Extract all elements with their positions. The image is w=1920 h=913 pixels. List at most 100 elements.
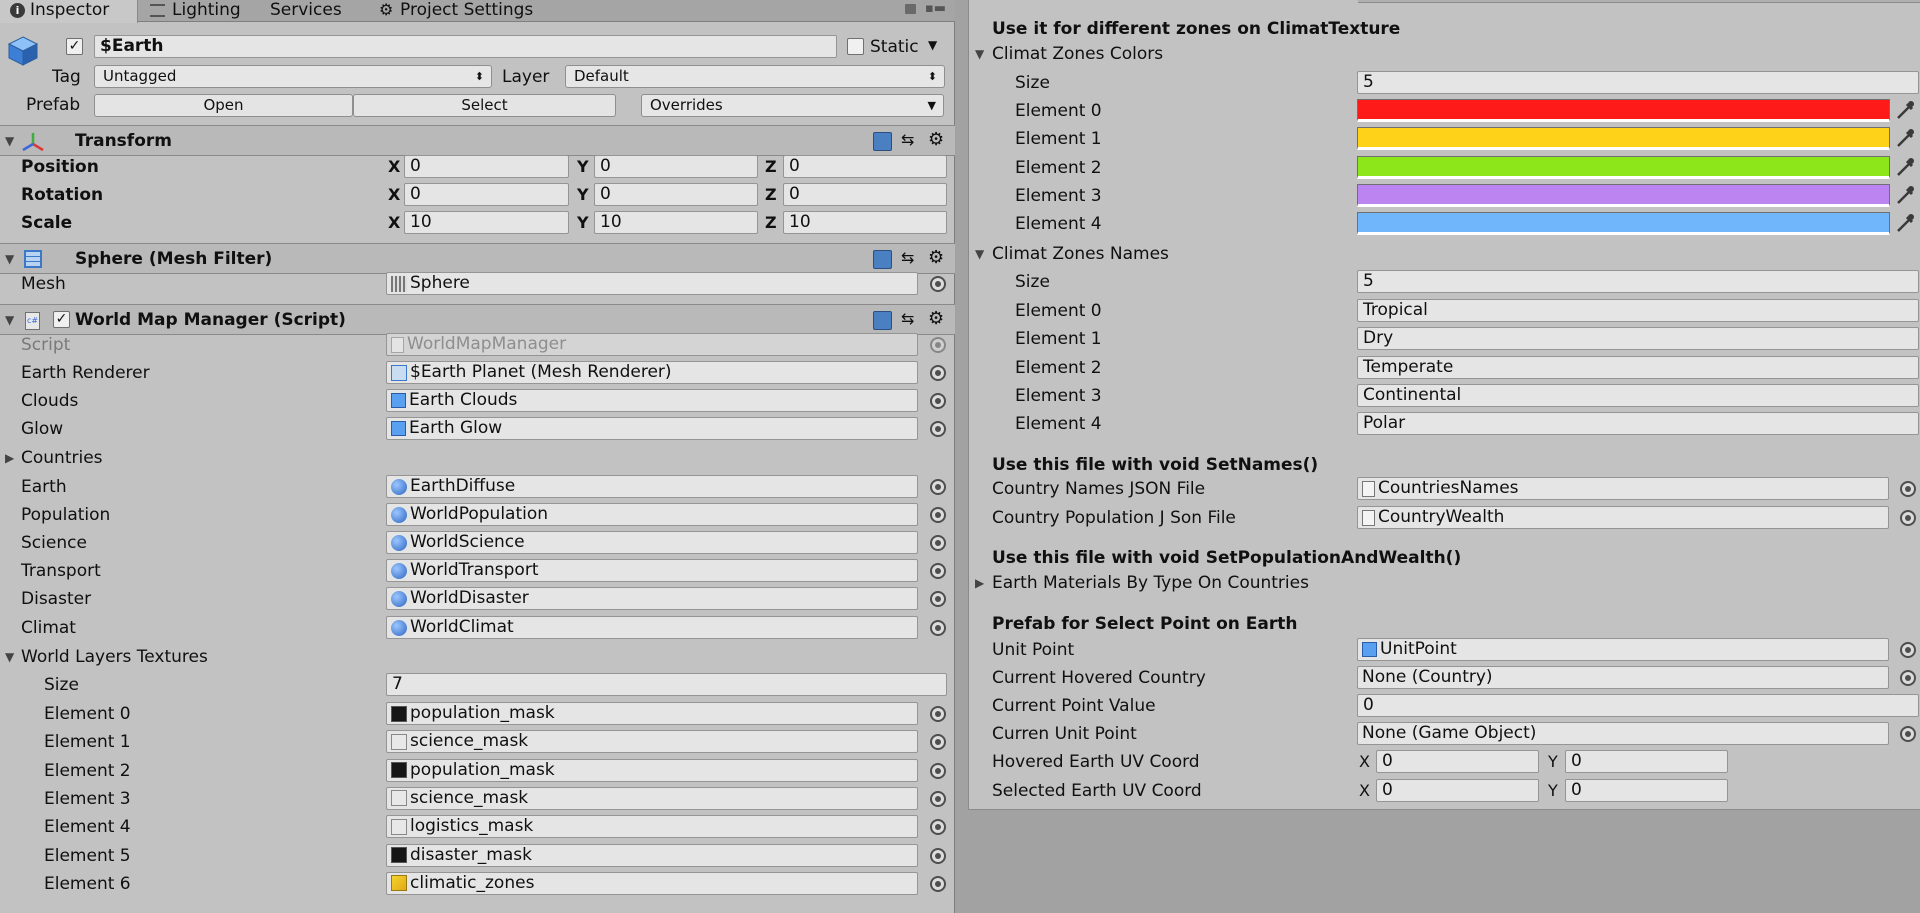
- tag-dropdown[interactable]: Untagged ⬍: [94, 65, 492, 88]
- object-picker-icon[interactable]: [930, 762, 946, 779]
- layer-element-field[interactable]: climatic_zones: [386, 871, 918, 895]
- selected-uv-y-input[interactable]: 0: [1565, 779, 1728, 802]
- curren-unit-point-field[interactable]: None (Game Object): [1357, 722, 1889, 745]
- object-picker-icon[interactable]: [930, 365, 946, 381]
- eyedropper-icon[interactable]: [1894, 127, 1916, 149]
- object-picker-icon[interactable]: [1900, 642, 1916, 658]
- selected-uv-x-input[interactable]: 0: [1376, 779, 1539, 802]
- prefab-open-button[interactable]: Open: [94, 94, 353, 117]
- eyedropper-icon[interactable]: [1894, 156, 1916, 178]
- earth-material-field[interactable]: EarthDiffuse: [386, 475, 918, 498]
- name-element-input[interactable]: Tropical: [1357, 299, 1919, 322]
- rotation-y-input[interactable]: 0: [594, 183, 758, 206]
- hovered-country-field[interactable]: None (Country): [1357, 666, 1889, 689]
- fold-arrow-icon[interactable]: ▼: [975, 43, 984, 65]
- object-picker-icon[interactable]: [930, 479, 946, 495]
- eyedropper-icon[interactable]: [1894, 99, 1916, 121]
- science-material-field[interactable]: WorldScience: [386, 531, 918, 554]
- help-icon[interactable]: [873, 250, 892, 269]
- object-picker-icon[interactable]: [930, 790, 946, 807]
- unit-point-field[interactable]: UnitPoint: [1357, 638, 1889, 661]
- name-element-input[interactable]: Dry: [1357, 327, 1919, 351]
- color-swatch-field[interactable]: [1357, 155, 1890, 179]
- hovered-uv-y-input[interactable]: 0: [1565, 750, 1728, 773]
- object-picker-icon[interactable]: [930, 563, 946, 579]
- object-picker-icon[interactable]: [930, 535, 946, 551]
- scale-x-input[interactable]: 10: [404, 211, 569, 234]
- name-element-input[interactable]: Polar: [1357, 412, 1919, 436]
- object-picker-icon[interactable]: [930, 706, 946, 722]
- fold-arrow-right-icon[interactable]: ▶: [5, 447, 14, 469]
- color-swatch-field[interactable]: [1357, 127, 1890, 151]
- preset-icon[interactable]: ⇆: [901, 130, 914, 149]
- fold-arrow-icon[interactable]: ▼: [5, 646, 14, 668]
- gameobject-name-input[interactable]: $Earth: [94, 35, 837, 58]
- names-size-input[interactable]: 5: [1357, 270, 1919, 293]
- wmm-header[interactable]: ▼ c# ✓ World Map Manager (Script): [0, 304, 955, 335]
- object-picker-icon[interactable]: [930, 591, 946, 607]
- object-picker-icon[interactable]: [1900, 481, 1916, 497]
- object-picker-icon[interactable]: [930, 875, 946, 892]
- layer-element-field[interactable]: disaster_mask: [386, 843, 918, 867]
- disaster-material-field[interactable]: WorldDisaster: [386, 587, 918, 610]
- world-layers-label[interactable]: World Layers Textures: [21, 646, 208, 668]
- prefab-overrides-dropdown[interactable]: Overrides ▼: [641, 94, 944, 117]
- scale-y-input[interactable]: 10: [594, 211, 758, 234]
- earth-renderer-field[interactable]: $Earth Planet (Mesh Renderer): [386, 361, 918, 384]
- layer-element-field[interactable]: population_mask: [386, 758, 918, 782]
- object-picker-icon[interactable]: [930, 847, 946, 864]
- component-gear-icon[interactable]: ⚙: [928, 129, 944, 150]
- component-gear-icon[interactable]: ⚙: [928, 308, 944, 329]
- transform-header[interactable]: ▼ Transform: [0, 125, 955, 156]
- eyedropper-icon[interactable]: [1894, 184, 1916, 206]
- wmm-enabled-checkbox[interactable]: ✓: [53, 311, 70, 328]
- tab-lighting[interactable]: Lighting: [146, 0, 256, 22]
- object-picker-icon[interactable]: [1900, 670, 1916, 686]
- preset-icon[interactable]: ⇆: [901, 309, 914, 328]
- static-dropdown-icon[interactable]: ▼: [928, 38, 937, 52]
- mesh-field[interactable]: Sphere: [386, 272, 918, 295]
- name-element-input[interactable]: Continental: [1357, 383, 1919, 407]
- glow-field[interactable]: Earth Glow: [386, 417, 918, 440]
- static-checkbox[interactable]: [847, 38, 864, 55]
- country-names-json-field[interactable]: CountriesNames: [1357, 477, 1889, 500]
- position-x-input[interactable]: 0: [404, 155, 569, 178]
- eyedropper-icon[interactable]: [1894, 212, 1916, 234]
- population-material-field[interactable]: WorldPopulation: [386, 503, 918, 526]
- layer-element-field[interactable]: logistics_mask: [386, 815, 918, 839]
- clouds-field[interactable]: Earth Clouds: [386, 389, 918, 412]
- component-gear-icon[interactable]: ⚙: [928, 247, 944, 268]
- prefab-select-button[interactable]: Select: [353, 94, 616, 117]
- scale-z-input[interactable]: 10: [783, 211, 947, 234]
- object-picker-icon[interactable]: [930, 507, 946, 523]
- climat-colors-label[interactable]: Climat Zones Colors: [992, 43, 1163, 65]
- color-swatch-field[interactable]: [1357, 212, 1890, 236]
- tab-project-settings[interactable]: ⚙ Project Settings: [375, 0, 555, 22]
- rotation-z-input[interactable]: 0: [783, 183, 947, 206]
- name-element-input[interactable]: Temperate: [1357, 355, 1919, 379]
- object-picker-icon[interactable]: [1900, 726, 1916, 742]
- color-swatch-field[interactable]: [1357, 99, 1890, 122]
- mesh-filter-header[interactable]: ▼ Sphere (Mesh Filter): [0, 243, 955, 274]
- lock-icon[interactable]: [905, 4, 916, 14]
- help-icon[interactable]: [873, 311, 892, 330]
- position-y-input[interactable]: 0: [594, 155, 758, 178]
- object-picker-icon[interactable]: [930, 393, 946, 409]
- layers-size-input[interactable]: 7: [386, 673, 947, 696]
- active-checkbox[interactable]: ✓: [66, 38, 83, 55]
- layer-element-field[interactable]: science_mask: [386, 786, 918, 810]
- hovered-uv-x-input[interactable]: 0: [1376, 750, 1539, 773]
- help-icon[interactable]: [873, 132, 892, 151]
- object-picker-icon[interactable]: [930, 276, 946, 292]
- climat-names-label[interactable]: Climat Zones Names: [992, 243, 1169, 265]
- layer-element-field[interactable]: science_mask: [386, 730, 918, 754]
- rotation-x-input[interactable]: 0: [404, 183, 569, 206]
- object-picker-icon[interactable]: [930, 620, 946, 636]
- fold-arrow-right-icon[interactable]: ▶: [975, 572, 984, 594]
- transport-material-field[interactable]: WorldTransport: [386, 559, 918, 582]
- position-z-input[interactable]: 0: [783, 155, 947, 178]
- colors-size-input[interactable]: 5: [1357, 71, 1919, 94]
- tab-services[interactable]: Services: [268, 0, 358, 22]
- point-value-input[interactable]: 0: [1357, 694, 1919, 717]
- object-picker-icon[interactable]: [1900, 510, 1916, 526]
